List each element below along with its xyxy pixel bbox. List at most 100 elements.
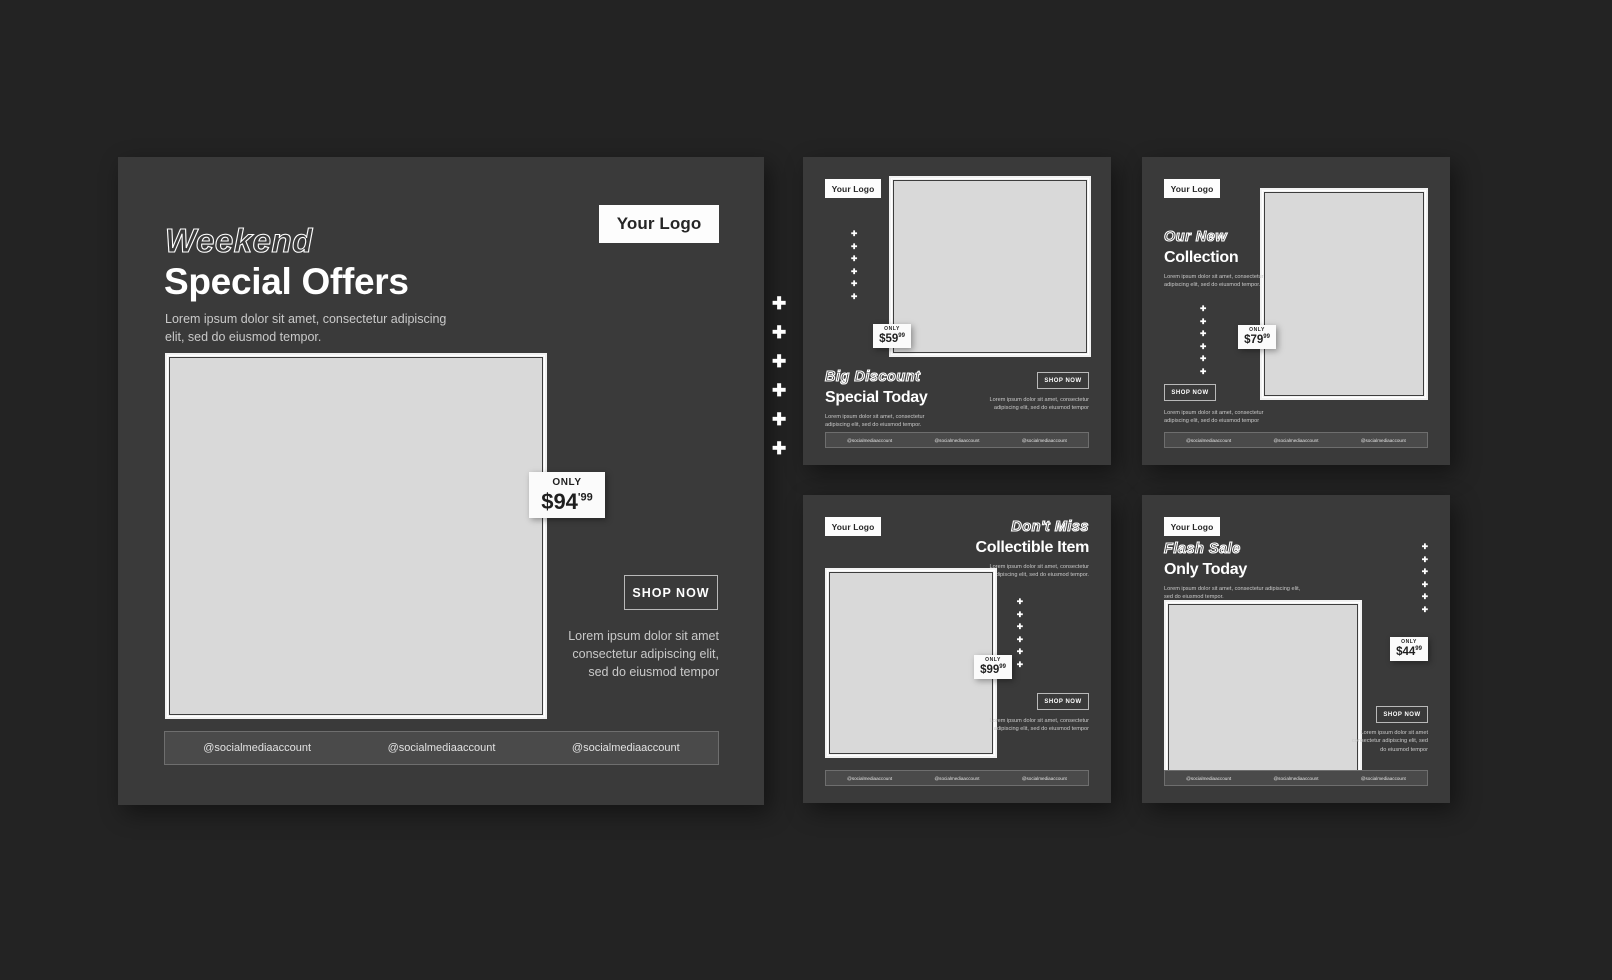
sparkle-icon: ✚ (772, 352, 787, 371)
card-image-placeholder[interactable] (889, 176, 1091, 357)
hero-banner-card[interactable]: Your Logo Weekend Special Offers Lorem i… (118, 157, 786, 805)
card-cta-description: Lorem ipsum dolor sit amet, consectetur … (989, 718, 1090, 733)
shop-now-button[interactable]: SHOP NOW (624, 575, 718, 610)
social-handle[interactable]: @socialmediaaccount (913, 438, 1000, 443)
social-handle[interactable]: @socialmediaaccount (165, 742, 349, 754)
promo-card-big-discount[interactable]: Your Logo ✚ ✚ ✚ ✚ ✚ ✚ ONLY $5999 Big Discount… (803, 157, 1111, 465)
card-image-placeholder[interactable] (1260, 188, 1428, 400)
price-only-label: ONLY (985, 656, 1001, 663)
hero-image-placeholder[interactable] (165, 353, 547, 719)
card-title-outline: Don't Miss (1011, 518, 1089, 535)
card-title-solid: Collectible Item (975, 539, 1090, 556)
sparkle-icon: ✚ (851, 279, 858, 288)
sparkle-decoration-column: ✚ ✚ ✚ ✚ ✚ ✚ (1017, 598, 1023, 668)
sparkle-icon: ✚ (1200, 354, 1207, 363)
card-image-inner (891, 178, 1089, 355)
sparkle-icon: ✚ (1016, 622, 1023, 631)
price-cents: 99 (1415, 646, 1422, 653)
card-title-solid: Only Today (1164, 561, 1247, 578)
sparkle-icon: ✚ (1421, 542, 1428, 551)
price-amount: $7999 (1244, 333, 1270, 346)
card-image-inner (1166, 602, 1360, 778)
social-handle[interactable]: @socialmediaaccount (534, 742, 718, 754)
hero-title-outline: Weekend (164, 221, 313, 259)
sparkle-icon: ✚ (1016, 609, 1023, 619)
sparkle-icon: ✚ (1200, 329, 1207, 338)
sparkle-icon: ✚ (1200, 366, 1207, 376)
sparkle-decoration-column: ✚ ✚ ✚ ✚ ✚ ✚ (772, 295, 786, 457)
card-image-placeholder[interactable] (825, 568, 997, 758)
sparkle-icon: ✚ (1200, 304, 1207, 313)
hero-title-solid: Special Offers (164, 261, 409, 302)
social-handle[interactable]: @socialmediaaccount (1165, 438, 1252, 443)
card-cta-description: Lorem ipsum dolor sit amet consectetur a… (1351, 730, 1428, 753)
sparkle-icon: ✚ (1200, 316, 1207, 326)
card-image-placeholder[interactable] (1164, 600, 1362, 780)
shop-now-button[interactable]: SHOP NOW (1376, 706, 1428, 723)
poster-collection-canvas: Your Logo Weekend Special Offers Lorem i… (0, 0, 1612, 980)
logo-badge[interactable]: Your Logo (825, 179, 881, 198)
price-tag: ONLY $5999 (873, 324, 911, 348)
sparkle-icon: ✚ (772, 294, 787, 313)
social-handle[interactable]: @socialmediaaccount (1340, 438, 1427, 443)
sparkle-icon: ✚ (1016, 634, 1023, 644)
sparkle-icon: ✚ (1200, 341, 1207, 351)
sparkle-icon: ✚ (772, 439, 787, 458)
hero-image-inner (167, 355, 545, 717)
social-handle[interactable]: @socialmediaaccount (913, 776, 1000, 781)
social-accounts-bar: @socialmediaaccount @socialmediaaccount @s… (1164, 770, 1428, 786)
shop-now-button[interactable]: SHOP NOW (1037, 693, 1089, 710)
sparkle-icon: ✚ (851, 266, 858, 276)
card-description: Lorem ipsum dolor sit amet, consectetur … (825, 414, 925, 429)
card-cta-description: Lorem ipsum dolor sit amet, consectetur … (1164, 410, 1264, 425)
sparkle-icon: ✚ (1016, 659, 1023, 669)
sparkle-decoration-column: ✚ ✚ ✚ ✚ ✚ ✚ (1200, 305, 1206, 375)
social-handle[interactable]: @socialmediaaccount (1252, 776, 1339, 781)
social-accounts-bar: @socialmediaaccount @socialmediaaccount @s… (825, 432, 1089, 448)
social-handle[interactable]: @socialmediaaccount (1340, 776, 1427, 781)
price-tag: ONLY $94'99 (529, 472, 605, 518)
social-handle[interactable]: @socialmediaaccount (1001, 438, 1088, 443)
card-title-outline: Flash Sale (1163, 540, 1241, 557)
social-handle[interactable]: @socialmediaaccount (1252, 438, 1339, 443)
social-handle[interactable]: @socialmediaaccount (1001, 776, 1088, 781)
card-description: Lorem ipsum dolor sit amet, consectetur … (1164, 274, 1264, 289)
logo-badge[interactable]: Your Logo (1164, 517, 1220, 536)
sparkle-decoration-column: ✚ ✚ ✚ ✚ ✚ ✚ (1422, 543, 1428, 613)
sparkle-icon: ✚ (1421, 567, 1428, 576)
price-only-label: ONLY (552, 476, 582, 488)
sparkle-icon: ✚ (1016, 597, 1023, 606)
logo-badge[interactable]: Your Logo (825, 517, 881, 536)
sparkle-icon: ✚ (1016, 647, 1023, 656)
promo-card-our-new-collection[interactable]: Your Logo Our New Collection Lorem ipsum… (1142, 157, 1450, 465)
logo-badge[interactable]: Your Logo (599, 205, 719, 243)
sparkle-icon: ✚ (772, 410, 787, 429)
social-handle[interactable]: @socialmediaaccount (826, 776, 913, 781)
sparkle-icon: ✚ (1421, 554, 1428, 564)
sparkle-icon: ✚ (1421, 592, 1428, 601)
shop-now-button[interactable]: SHOP NOW (1037, 372, 1089, 389)
card-title-outline: Our New (1163, 228, 1228, 245)
social-handle[interactable]: @socialmediaaccount (1165, 776, 1252, 781)
price-amount: $94'99 (541, 488, 593, 514)
logo-badge[interactable]: Your Logo (1164, 179, 1220, 198)
price-only-label: ONLY (1249, 326, 1265, 333)
sparkle-icon: ✚ (851, 241, 858, 251)
social-accounts-bar: @socialmediaaccount @socialmediaaccount @s… (164, 731, 719, 765)
price-tag: ONLY $7999 (1238, 325, 1276, 349)
promo-card-flash-sale[interactable]: Your Logo Flash Sale Only Today Lorem ip… (1142, 495, 1450, 803)
sparkle-icon: ✚ (851, 229, 858, 238)
social-handle[interactable]: @socialmediaaccount (826, 438, 913, 443)
shop-now-button[interactable]: SHOP NOW (1164, 384, 1216, 401)
sparkle-icon: ✚ (851, 291, 858, 301)
price-cents: 99 (999, 664, 1006, 671)
card-title-solid: Special Today (825, 389, 928, 406)
promo-card-collectible-item[interactable]: Your Logo Don't Miss Collectible Item Lo… (803, 495, 1111, 803)
social-handle[interactable]: @socialmediaaccount (349, 742, 533, 754)
sparkle-icon: ✚ (1421, 579, 1428, 589)
price-amount: $4499 (1396, 645, 1422, 658)
price-only-label: ONLY (884, 325, 900, 332)
price-cents: 99 (1263, 334, 1270, 341)
sparkle-icon: ✚ (772, 381, 787, 400)
hero-description: Lorem ipsum dolor sit amet, consectetur … (165, 312, 447, 345)
